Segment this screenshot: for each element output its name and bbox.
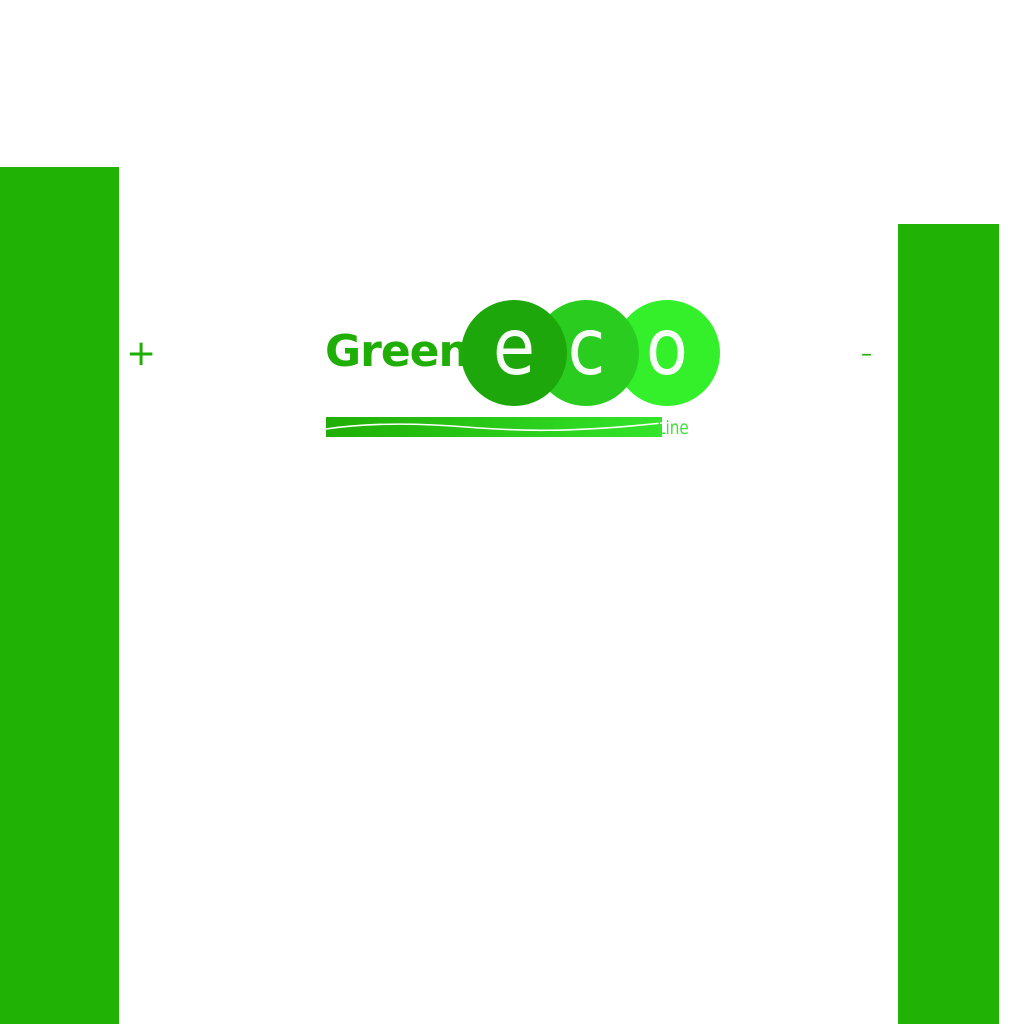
logo-subtitle: Line (657, 417, 689, 439)
left-green-panel (0, 167, 119, 1024)
minus-icon: – (861, 342, 872, 367)
logo-circle-e: e (461, 300, 567, 406)
logo-letter-e: e (492, 303, 536, 393)
logo-letter-c: c (567, 303, 605, 393)
plus-icon: + (126, 333, 157, 374)
logo-word-green: Green (325, 326, 470, 377)
logo-bar-graphic (326, 417, 662, 437)
logo-letter-o: o (645, 303, 688, 393)
greeneco-logo: Green e c o Line (320, 296, 730, 446)
right-green-panel (898, 224, 999, 1024)
logo-underline-bar (326, 417, 662, 437)
canvas: + – Green e c o Line (0, 0, 1024, 1024)
